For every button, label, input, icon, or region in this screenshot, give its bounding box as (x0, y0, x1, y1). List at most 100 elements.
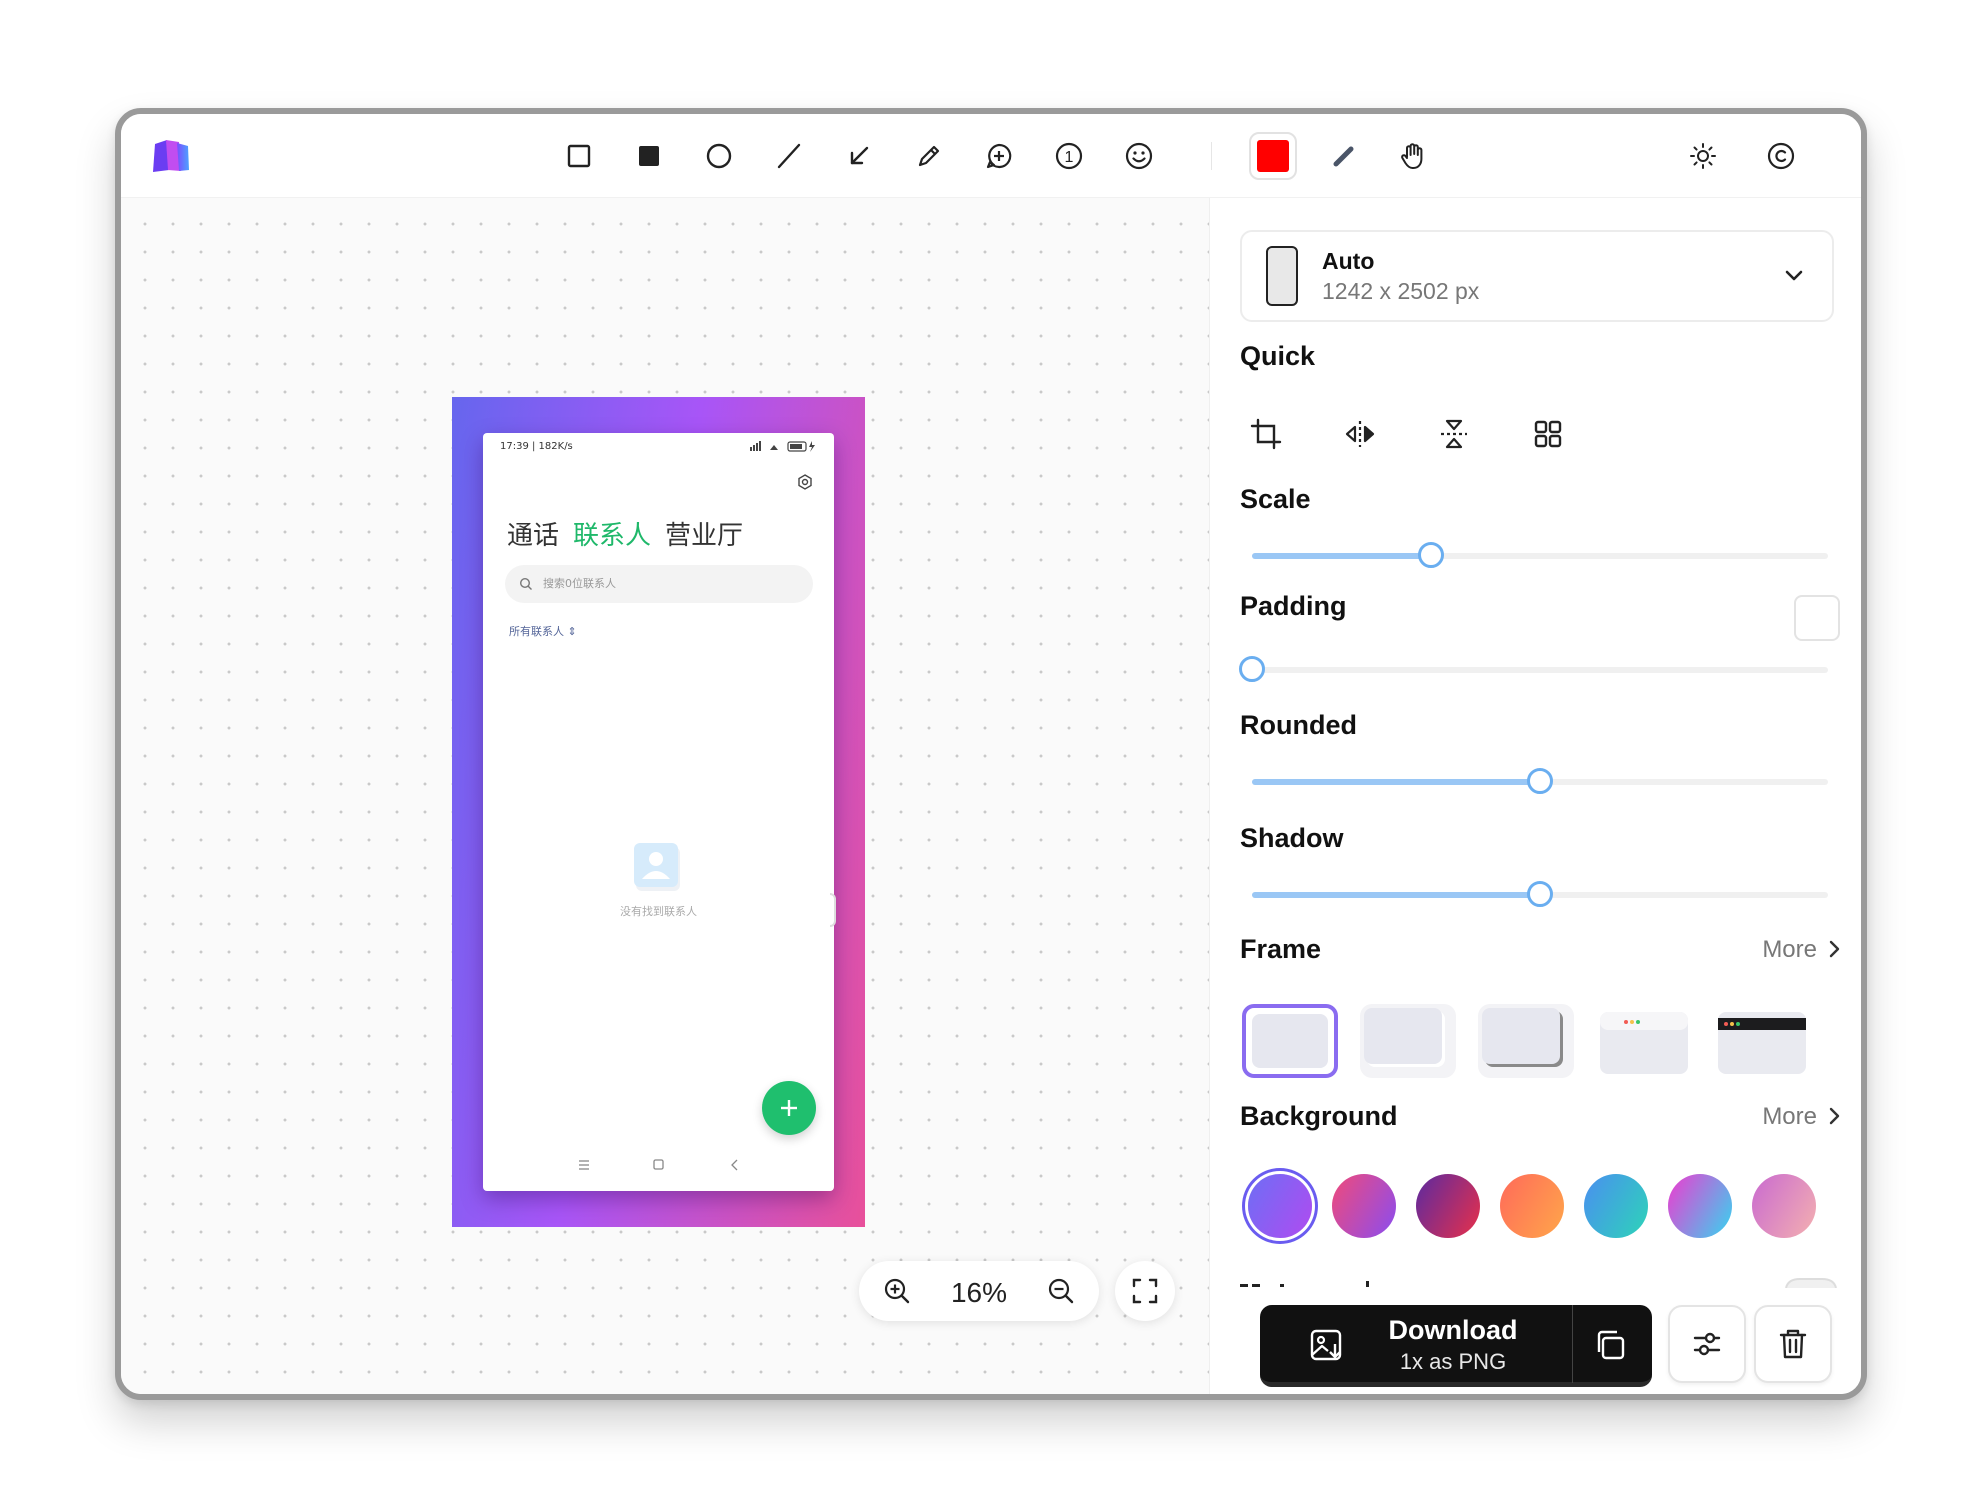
frame-preview (1252, 1014, 1328, 1068)
frame-title: Frame (1240, 934, 1322, 964)
stroke-width-tool[interactable] (1321, 134, 1365, 178)
filled-rectangle-tool[interactable] (627, 134, 671, 178)
background-swatch[interactable] (1752, 1174, 1816, 1238)
background-swatch[interactable] (1332, 1174, 1396, 1238)
emoji-tool[interactable] (1117, 134, 1161, 178)
export-settings-button[interactable] (1668, 1305, 1746, 1383)
svg-text:1: 1 (1065, 149, 1074, 166)
phone-settings-icon (798, 474, 812, 490)
delete-button[interactable] (1754, 1305, 1832, 1383)
frame-option-none[interactable] (1242, 1004, 1338, 1078)
rounded-slider-fill (1252, 779, 1540, 785)
phone-tabs: 通话 联系人 营业厅 (507, 515, 757, 552)
background-swatch[interactable] (1584, 1174, 1648, 1238)
line-tool[interactable] (767, 134, 811, 178)
zoom-in-button[interactable] (879, 1273, 915, 1309)
frame-preview (1482, 1008, 1560, 1064)
step-number-tool[interactable]: 1 (1047, 134, 1091, 178)
fit-to-screen-button[interactable] (1115, 1261, 1175, 1321)
frame-option-soft-shadow[interactable] (1360, 1004, 1456, 1078)
ellipse-tool[interactable] (697, 134, 741, 178)
size-preset-dropdown[interactable]: Auto 1242 x 2502 px (1240, 230, 1834, 322)
frame-more-link[interactable]: More (1762, 936, 1817, 964)
phone-add-button (762, 1081, 816, 1135)
padding-slider-handle[interactable] (1239, 656, 1265, 682)
zoom-out-button[interactable] (1043, 1273, 1079, 1309)
phone-tab: 通话 (507, 521, 560, 551)
flip-vertical-button[interactable] (1430, 410, 1478, 458)
frame-preview (1364, 1008, 1442, 1064)
grid-layout-button[interactable] (1524, 410, 1572, 458)
background-more-link[interactable]: More (1762, 1103, 1817, 1131)
app-window: 1 17:39 | 182K/s 通话 联系人 营业厅 搜索0位联系人 所有联系… (115, 108, 1867, 1400)
quick-title: Quick (1240, 341, 1316, 371)
chevron-right-icon[interactable] (1821, 936, 1847, 962)
hand-tool[interactable] (1391, 134, 1435, 178)
frame-option-light-browser[interactable] (1596, 1004, 1692, 1078)
background-swatch[interactable] (1416, 1174, 1480, 1238)
background-title: Background (1240, 1101, 1398, 1131)
phone-tab-active: 联系人 (573, 521, 652, 551)
color-picker-button[interactable] (1249, 132, 1297, 180)
light-browser-frame-icon (1600, 1012, 1688, 1074)
screenshot-preview[interactable]: 17:39 | 182K/s 通话 联系人 营业厅 搜索0位联系人 所有联系人 ⇕ (452, 397, 865, 1227)
sun-icon (1690, 143, 1716, 169)
grid-icon (1534, 420, 1562, 448)
rounded-slider-handle[interactable] (1527, 768, 1553, 794)
chevron-right-icon[interactable] (1821, 1103, 1847, 1129)
fullscreen-icon (1132, 1278, 1158, 1304)
editor-canvas[interactable]: 17:39 | 182K/s 通话 联系人 营业厅 搜索0位联系人 所有联系人 ⇕ (121, 198, 1209, 1394)
padding-title: Padding (1240, 591, 1347, 621)
current-color-swatch (1257, 140, 1289, 172)
copyright-button[interactable] (1759, 134, 1803, 178)
padding-slider[interactable] (1239, 656, 1828, 682)
zoom-controls: 16% (859, 1261, 1099, 1321)
comment-icon (986, 143, 1012, 169)
plus-icon (781, 1100, 797, 1116)
crop-button[interactable] (1242, 410, 1290, 458)
background-swatch[interactable] (1668, 1174, 1732, 1238)
frame-option-hard-shadow[interactable] (1478, 1004, 1574, 1078)
size-preset-name: Auto (1322, 248, 1375, 274)
app-logo-icon[interactable] (151, 138, 191, 174)
comment-tool[interactable] (977, 134, 1021, 178)
copy-icon[interactable] (1590, 1325, 1630, 1365)
step-number-icon: 1 (1055, 142, 1083, 170)
background-swatch[interactable] (1248, 1174, 1312, 1238)
rectangle-icon (567, 144, 591, 168)
pencil-tool[interactable] (907, 134, 951, 178)
phone-scroll-handle (830, 893, 836, 927)
watermark-title-clipped (1240, 1281, 1369, 1287)
sort-icon: ⇕ (567, 625, 577, 638)
flip-horizontal-button[interactable] (1336, 410, 1384, 458)
rounded-slider[interactable] (1252, 768, 1828, 794)
zoom-out-icon (1048, 1278, 1074, 1304)
arrow-icon (850, 146, 869, 165)
phone-tab: 营业厅 (665, 521, 744, 551)
dark-browser-frame-icon (1718, 1012, 1806, 1074)
ellipse-icon (706, 143, 732, 169)
scale-slider[interactable] (1252, 542, 1828, 568)
rectangle-tool[interactable] (557, 134, 601, 178)
background-swatch[interactable] (1500, 1174, 1564, 1238)
theme-toggle-button[interactable] (1681, 134, 1725, 178)
search-icon (519, 577, 532, 590)
padding-toggle[interactable] (1794, 595, 1840, 641)
toolbar: 1 (121, 114, 1861, 198)
phone-filter: 所有联系人 ⇕ (509, 623, 577, 639)
download-button[interactable]: Download 1x as PNG (1260, 1305, 1652, 1387)
phone-empty-text: 没有找到联系人 (620, 905, 697, 918)
phone-search-bar: 搜索0位联系人 (505, 565, 813, 603)
sliders-icon (1693, 1332, 1721, 1356)
arrow-tool[interactable] (837, 134, 881, 178)
shadow-slider-handle[interactable] (1527, 881, 1553, 907)
scale-slider-handle[interactable] (1417, 542, 1444, 568)
settings-panel: Auto 1242 x 2502 px Quick Scale Padding … (1209, 198, 1861, 1394)
frame-option-dark-browser[interactable] (1714, 1004, 1810, 1078)
shadow-slider[interactable] (1252, 881, 1828, 907)
copyright-icon (1767, 142, 1795, 170)
zoom-in-icon (884, 1278, 910, 1304)
download-label: Download (1388, 1315, 1518, 1345)
phone-filter-label: 所有联系人 (509, 625, 564, 638)
contact-placeholder-icon (634, 843, 680, 891)
